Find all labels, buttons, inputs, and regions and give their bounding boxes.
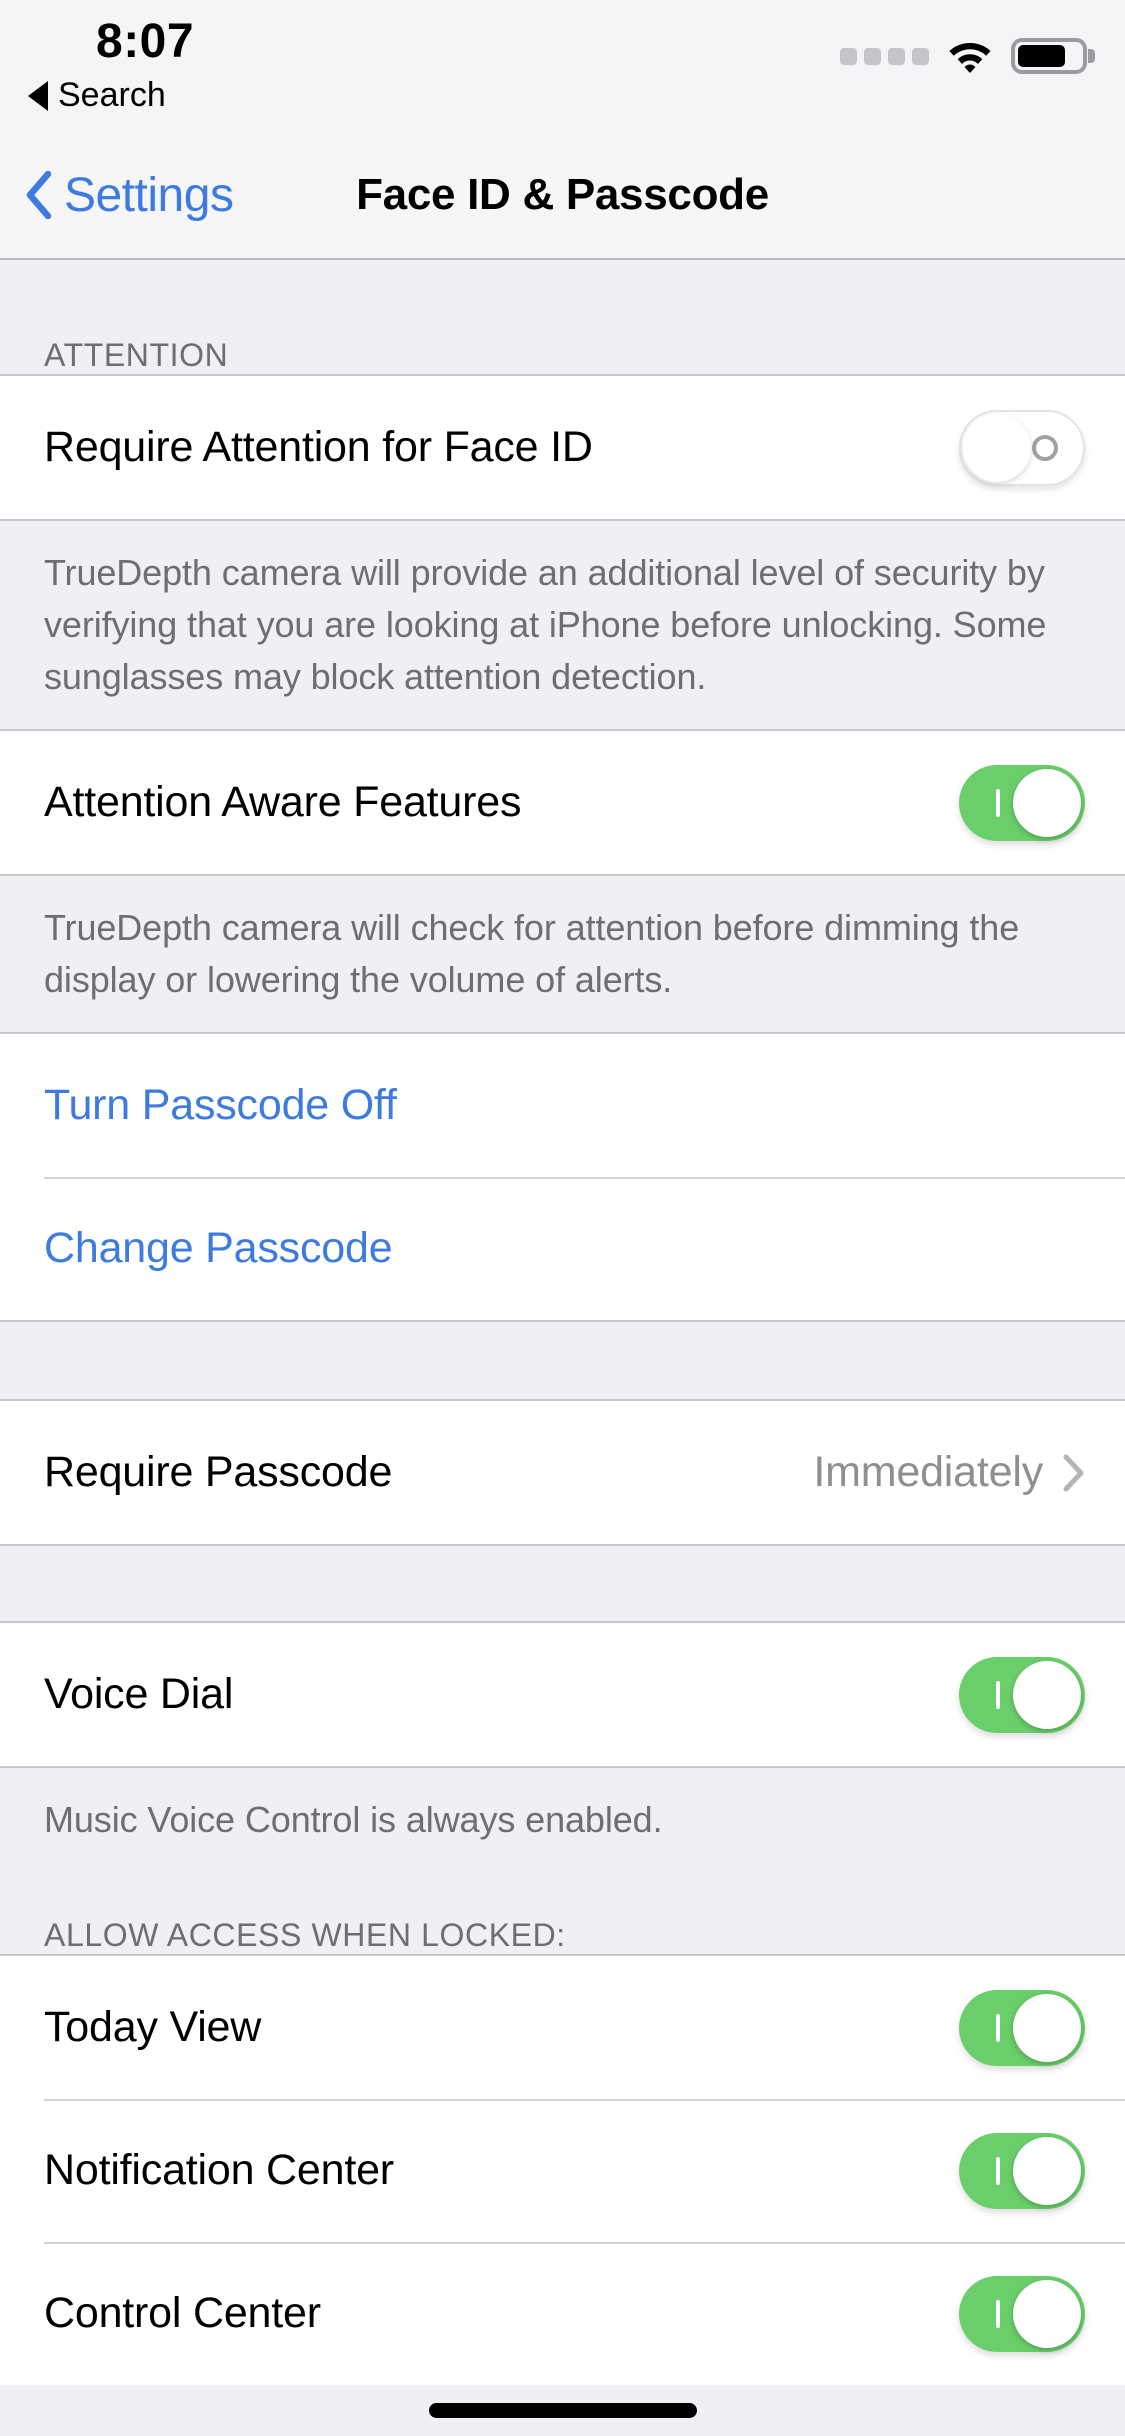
toggle-knob — [1013, 1660, 1081, 1729]
row-require-attention-for-face-id[interactable]: Require Attention for Face ID — [0, 376, 1125, 519]
toggle-on-bar-icon — [996, 2156, 1000, 2185]
cellular-signal-icon — [840, 47, 929, 65]
toggle-off-circle-icon — [1032, 434, 1058, 461]
home-indicator — [428, 2403, 697, 2418]
section-gap-2 — [0, 1546, 1125, 1621]
row-notification-center[interactable]: Notification Center — [0, 2099, 1125, 2242]
row-require-passcode[interactable]: Require Passcode Immediately — [0, 1401, 1125, 1544]
toggle-knob — [1013, 1993, 1081, 2062]
row-label-require-attention: Require Attention for Face ID — [44, 423, 593, 471]
status-bar: 8:07 Search — [0, 0, 1125, 132]
back-to-settings-button[interactable]: Settings — [24, 168, 234, 223]
toggle-knob — [1013, 2136, 1081, 2205]
group-attention-aware: Attention Aware Features — [0, 729, 1125, 876]
toggle-today-view[interactable] — [959, 1989, 1085, 2066]
toggle-on-bar-icon — [996, 2299, 1000, 2328]
group-allow-access-when-locked: Today View Notification Center Control C… — [0, 1954, 1125, 2385]
chevron-left-icon — [24, 171, 52, 219]
toggle-knob — [1013, 768, 1081, 837]
row-label-notification-center: Notification Center — [44, 2146, 394, 2194]
status-bar-clock: 8:07 — [96, 15, 195, 68]
return-to-search-label: Search — [58, 76, 166, 114]
group-require-attention: Require Attention for Face ID — [0, 374, 1125, 521]
toggle-control-center[interactable] — [959, 2275, 1085, 2352]
settings-list[interactable]: ATTENTION Require Attention for Face ID … — [0, 260, 1125, 2385]
row-label-require-passcode: Require Passcode — [44, 1448, 393, 1496]
wifi-icon — [947, 39, 993, 73]
section-header-allow-access-when-locked: ALLOW ACCESS WHEN LOCKED: — [44, 1917, 566, 1953]
toggle-attention-aware-features[interactable] — [959, 764, 1085, 841]
group-voice-dial: Voice Dial — [0, 1621, 1125, 1768]
footer-voice-dial: Music Voice Control is always enabled. — [0, 1768, 1125, 1850]
back-button-label: Settings — [64, 168, 234, 222]
battery-icon — [1011, 38, 1087, 74]
navigation-bar: Settings Face ID & Passcode — [0, 132, 1125, 260]
row-change-passcode[interactable]: Change Passcode — [0, 1177, 1125, 1320]
toggle-voice-dial[interactable] — [959, 1656, 1085, 1733]
footer-require-attention: TrueDepth camera will provide an additio… — [0, 521, 1125, 729]
section-gap-1 — [0, 1322, 1125, 1399]
toggle-on-bar-icon — [996, 788, 1000, 817]
row-value-require-passcode: Immediately — [813, 1448, 1043, 1496]
status-bar-indicators — [840, 38, 1087, 74]
toggle-on-bar-icon — [996, 2013, 1000, 2042]
group-passcode-actions: Turn Passcode Off Change Passcode — [0, 1032, 1125, 1322]
chevron-right-icon — [1063, 1454, 1085, 1492]
row-label-voice-dial: Voice Dial — [44, 1670, 234, 1718]
footer-attention-aware: TrueDepth camera will check for attentio… — [0, 876, 1125, 1032]
section-header-attention: ATTENTION — [44, 337, 229, 373]
toggle-on-bar-icon — [996, 1680, 1000, 1709]
toggle-require-attention-for-face-id[interactable] — [959, 409, 1085, 486]
row-control-center[interactable]: Control Center — [0, 2242, 1125, 2385]
row-voice-dial[interactable]: Voice Dial — [0, 1623, 1125, 1766]
group-require-passcode: Require Passcode Immediately — [0, 1399, 1125, 1546]
row-label-today-view: Today View — [44, 2003, 262, 2051]
return-to-search-button[interactable]: Search — [28, 76, 166, 115]
row-label-turn-passcode-off: Turn Passcode Off — [44, 1081, 397, 1129]
row-label-control-center: Control Center — [44, 2289, 321, 2337]
page-title: Face ID & Passcode — [356, 170, 769, 219]
iphone-screen: 8:07 Search Settings Face ID & Passcode … — [0, 0, 1125, 2436]
row-label-attention-aware: Attention Aware Features — [44, 778, 522, 826]
row-today-view[interactable]: Today View — [0, 1956, 1125, 2099]
row-turn-passcode-off[interactable]: Turn Passcode Off — [0, 1034, 1125, 1177]
toggle-knob — [1013, 2279, 1081, 2348]
back-triangle-icon — [28, 80, 48, 111]
toggle-notification-center[interactable] — [959, 2132, 1085, 2209]
row-attention-aware-features[interactable]: Attention Aware Features — [0, 731, 1125, 874]
row-label-change-passcode: Change Passcode — [44, 1224, 393, 1272]
toggle-knob — [963, 413, 1031, 482]
